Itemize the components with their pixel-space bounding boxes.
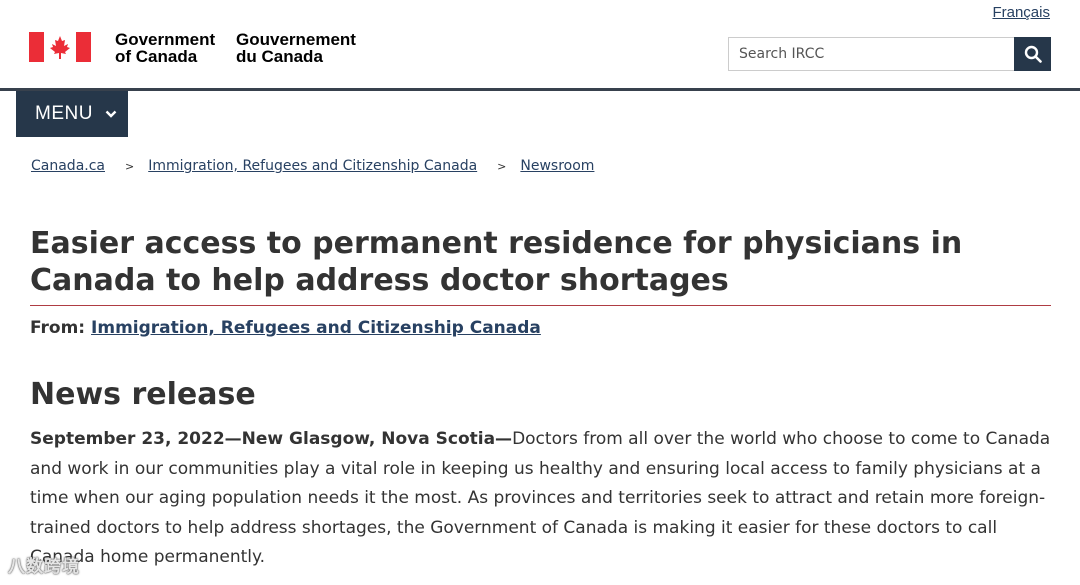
breadcrumb-separator: > (125, 159, 135, 173)
search-input[interactable] (728, 37, 1014, 71)
title-divider (30, 305, 1051, 306)
breadcrumb: Canada.ca > Immigration, Refugees and Ci… (31, 158, 594, 174)
chevron-down-icon (105, 110, 117, 118)
from-line: From: Immigration, Refugees and Citizens… (30, 318, 541, 338)
signature-fr-line2: du Canada (236, 47, 323, 66)
from-label: From: (30, 318, 86, 338)
header-divider (0, 88, 1080, 91)
menu-button[interactable]: MENU (16, 91, 128, 137)
search-button[interactable] (1014, 37, 1051, 71)
breadcrumb-newsroom[interactable]: Newsroom (520, 158, 594, 174)
from-department-link[interactable]: Immigration, Refugees and Citizenship Ca… (91, 318, 541, 338)
canada-flag-icon[interactable] (29, 32, 91, 62)
site-header: Français Government of Canada Gouverneme… (0, 0, 1080, 91)
watermark-text: 八数跨境 (8, 557, 80, 577)
article-body: September 23, 2022—New Glasgow, Nova Sco… (30, 425, 1060, 573)
search-form (728, 37, 1051, 71)
magnifier-icon (1024, 45, 1042, 63)
signature-fr-line1: Gouvernement (236, 30, 356, 49)
watermark-logo: 八数跨境 (8, 552, 80, 577)
language-toggle-link[interactable]: Français (992, 4, 1050, 21)
breadcrumb-separator: > (497, 159, 507, 173)
government-signature-en: Government of Canada (115, 31, 215, 65)
page-title: Easier access to permanent residence for… (30, 226, 963, 298)
menu-label: MENU (35, 103, 93, 124)
dateline: September 23, 2022—New Glasgow, Nova Sco… (30, 429, 513, 449)
government-signature-fr: Gouvernement du Canada (236, 31, 356, 65)
breadcrumb-ircc[interactable]: Immigration, Refugees and Citizenship Ca… (148, 158, 477, 174)
section-heading: News release (30, 377, 256, 412)
breadcrumb-canada-ca[interactable]: Canada.ca (31, 158, 105, 174)
signature-en-line1: Government (115, 30, 216, 49)
signature-en-line2: of Canada (115, 47, 198, 66)
body-text: Doctors from all over the world who choo… (30, 429, 1051, 567)
